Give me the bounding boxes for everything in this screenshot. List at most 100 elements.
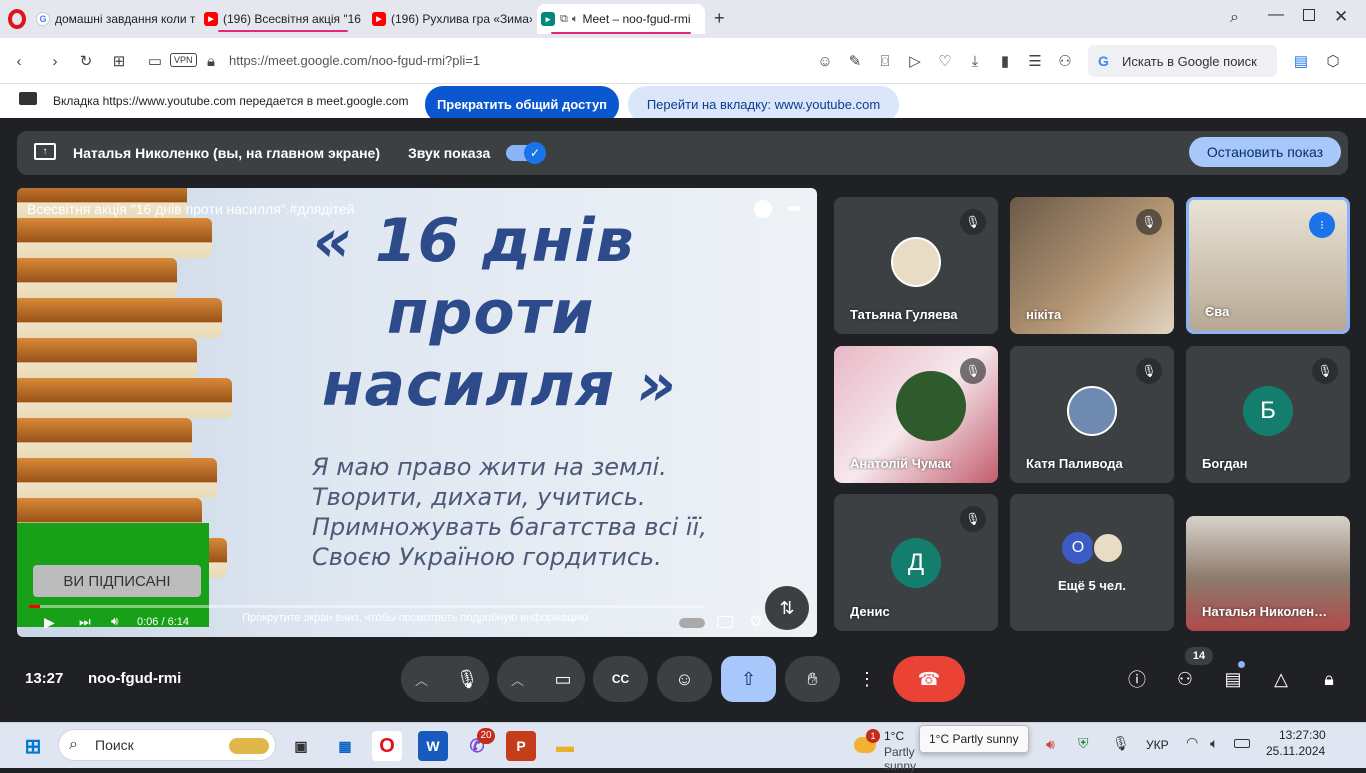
share-banner-text: Вкладка https://www.youtube.com передает…: [53, 94, 409, 108]
leave-call-button[interactable]: ☎: [893, 656, 965, 702]
weather-widget[interactable]: 1 1°C Partly sunny: [846, 727, 926, 773]
speaker-icon[interactable]: 🔈︎: [1210, 735, 1218, 752]
player-icon[interactable]: ▷: [904, 50, 926, 72]
activities-icon[interactable]: △: [1268, 666, 1294, 692]
close-button[interactable]: ✕: [1334, 7, 1348, 27]
task-view-icon[interactable]: ▣: [286, 731, 316, 761]
autoplay-toggle[interactable]: [679, 618, 705, 628]
participant-tile-tatyana[interactable]: 🎙︎ Татьяна Гуляева: [834, 197, 998, 334]
chat-icon[interactable]: ▤: [1220, 666, 1246, 692]
participant-tile-bogdan[interactable]: Б 🎙︎ Богдан: [1186, 346, 1350, 483]
participant-tile-denis[interactable]: Д 🎙︎ Денис: [834, 494, 998, 631]
captions-icon[interactable]: [717, 616, 733, 628]
tab-meet[interactable]: ▸ ⧉ 🔈︎ Meet – noo-fgud-rmi: [537, 4, 705, 34]
present-button[interactable]: ⇧: [721, 656, 776, 702]
edit-icon[interactable]: ✎: [844, 50, 866, 72]
people-count-badge: 14: [1185, 647, 1213, 665]
microphone-icon[interactable]: 🎙︎: [1112, 735, 1130, 752]
raise-hand-button[interactable]: ✋︎: [785, 656, 840, 702]
windows-start-icon[interactable]: ⊞: [18, 731, 48, 761]
reload-icon[interactable]: ↻: [75, 50, 97, 72]
restore-button[interactable]: [1303, 9, 1315, 21]
participant-tile-anatoliy[interactable]: 🎙︎ Анатолій Чумак: [834, 346, 998, 483]
wifi-icon[interactable]: ◠: [1186, 734, 1198, 751]
opera-logo-icon[interactable]: [8, 9, 26, 29]
captions-button[interactable]: CC: [593, 656, 648, 702]
back-icon[interactable]: ‹: [8, 50, 30, 72]
volume-mixer-icon[interactable]: 🔊︎: [1046, 736, 1055, 753]
chat-unread-dot: [1238, 661, 1245, 668]
viber-badge: 20: [477, 728, 495, 744]
participant-tile-nikita[interactable]: 🎙︎ нікіта: [1010, 197, 1174, 334]
participant-tile-eva[interactable]: ⁝ Єва: [1186, 197, 1350, 334]
watch-later-icon[interactable]: [754, 200, 772, 218]
taskbar-search[interactable]: ⌕ Поиск: [58, 729, 276, 761]
audio-options-chevron-icon[interactable]: ︿: [415, 670, 428, 689]
host-controls-icon[interactable]: 🔒︎: [1316, 666, 1342, 692]
tab-homework[interactable]: G домашні завдання коли т: [36, 6, 196, 32]
easy-setup-icon[interactable]: ☰: [1024, 50, 1046, 72]
language-indicator[interactable]: УКР: [1146, 738, 1169, 752]
opera-taskbar-icon[interactable]: O: [372, 731, 402, 761]
clock-time[interactable]: 13:27:30: [1279, 728, 1326, 742]
battery-saver-icon[interactable]: ▮: [994, 50, 1016, 72]
extensions-icon[interactable]: ⬡: [1322, 50, 1344, 72]
share-audio-toggle[interactable]: ✓: [506, 142, 546, 164]
snapshot-icon[interactable]: ⌼: [874, 50, 896, 72]
settings-icon[interactable]: ⚙: [749, 612, 762, 630]
camera-button[interactable]: ▭: [541, 656, 585, 702]
mic-button[interactable]: 🎙︎: [445, 656, 489, 702]
stop-presenting-button[interactable]: Остановить показ: [1189, 137, 1341, 167]
more-options-button[interactable]: ⋮: [849, 656, 885, 702]
url-field[interactable]: https://meet.google.com/noo-fgud-rmi?pli…: [229, 53, 480, 68]
account-icon[interactable]: ⚇: [1054, 50, 1076, 72]
poem-line-4: Своєю Україною гордитись.: [312, 543, 662, 571]
google-search-box[interactable]: G Искать в Google поиск: [1088, 45, 1277, 77]
file-explorer-icon[interactable]: ▬: [550, 731, 580, 761]
tab-youtube-game[interactable]: ▶ (196) Рухлива гра «Зима»: [372, 6, 532, 32]
play-icon[interactable]: ▶: [44, 614, 55, 631]
download-icon[interactable]: ⤓: [964, 50, 986, 72]
video-options-chevron-icon[interactable]: ︿: [511, 670, 524, 689]
next-icon[interactable]: ⏭︎: [79, 614, 91, 630]
people-icon[interactable]: ⚇: [1172, 666, 1198, 692]
meeting-code: noo-fgud-rmi: [88, 670, 182, 687]
vpn-badge[interactable]: VPN: [170, 53, 197, 67]
video-title[interactable]: Всесвітня акція "16 днів проти насилля".…: [27, 201, 355, 217]
heart-icon[interactable]: ♡: [934, 50, 956, 72]
swap-layout-button[interactable]: ⇅: [765, 586, 809, 630]
shared-video[interactable]: Всесвітня акція "16 днів проти насилля".…: [17, 188, 817, 637]
poem-line-3: Примножувать багатства всі її,: [312, 513, 707, 541]
poem-line-1: Я маю право жити на землі.: [312, 453, 667, 481]
word-icon[interactable]: W: [418, 731, 448, 761]
minimize-button[interactable]: —: [1268, 6, 1284, 24]
emoji-icon[interactable]: ☺: [814, 50, 836, 72]
video-progress-bar[interactable]: [29, 605, 705, 608]
camera-control-group: ︿ ▭: [497, 656, 585, 702]
tab-youtube-16-days[interactable]: ▶ (196) Всесвітня акція "16: [204, 6, 362, 32]
powerpoint-icon[interactable]: P: [506, 731, 536, 761]
search-tabs-icon[interactable]: ⌕: [1230, 9, 1239, 27]
google-icon: G: [36, 12, 50, 26]
address-bar-row: ‹ › ↻ ⊞ ▭ VPN 🔒︎ https://meet.google.com…: [0, 38, 1366, 84]
participant-name: Анатолій Чумак: [850, 456, 952, 471]
defender-icon[interactable]: ⛨: [1078, 735, 1089, 752]
volume-icon[interactable]: 🔊︎: [111, 614, 119, 629]
lock-icon: 🔒︎: [207, 52, 215, 70]
camera-icon[interactable]: ▭: [144, 50, 166, 72]
participant-tile-self[interactable]: Наталья Николен…: [1186, 516, 1350, 631]
participant-tile-katya[interactable]: 🎙︎ Катя Паливода: [1010, 346, 1174, 483]
meeting-info-icon[interactable]: ⓘ: [1124, 666, 1150, 692]
store-icon[interactable]: ▦: [330, 731, 360, 761]
forward-icon[interactable]: ›: [44, 50, 66, 72]
battery-icon[interactable]: [1234, 739, 1250, 748]
share-arrow-icon[interactable]: ➦: [787, 198, 802, 219]
participant-tile-more[interactable]: О Ещё 5 чел.: [1010, 494, 1174, 631]
emoji-reaction-button[interactable]: ☺: [657, 656, 712, 702]
speed-dial-icon[interactable]: ⊞: [108, 50, 130, 72]
clock-date[interactable]: 25.11.2024: [1266, 744, 1325, 758]
weather-temp: 1°C: [884, 729, 905, 743]
sidebar-icon[interactable]: ▤: [1290, 50, 1312, 72]
new-tab-button[interactable]: +: [714, 8, 725, 29]
mic-off-icon: 🎙︎: [960, 209, 986, 235]
